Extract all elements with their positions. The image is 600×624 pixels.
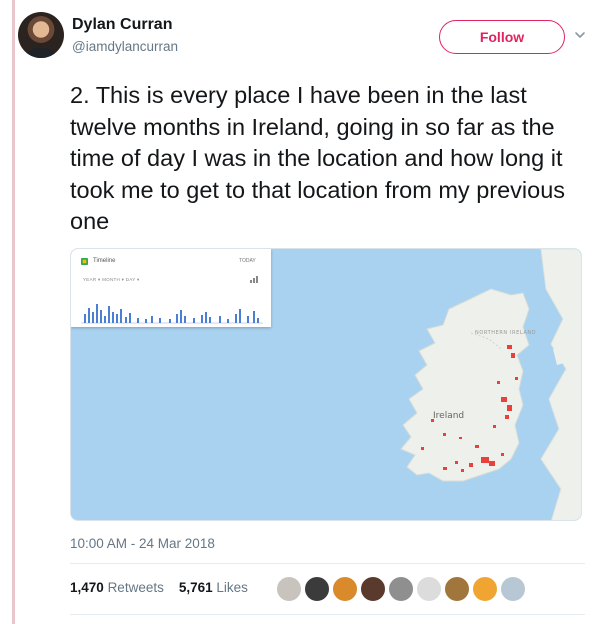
liker-avatar[interactable]	[387, 575, 415, 603]
likes-count[interactable]: 5,761	[179, 580, 213, 595]
user-avatar[interactable]	[18, 12, 64, 58]
retweets-label[interactable]: Retweets	[108, 580, 164, 595]
left-accent-rule	[12, 0, 15, 624]
map-label-ni: NORTHERN IRELAND	[475, 330, 536, 336]
default-avatar-icon[interactable]	[499, 575, 527, 603]
tweet-timestamp[interactable]: 10:00 AM - 24 Mar 2018	[70, 536, 215, 551]
tweet-stats: 1,470 Retweets 5,761 Likes	[70, 580, 248, 595]
tweet-media-image[interactable]: Ireland NORTHERN IRELAND Timeline TODAY …	[70, 248, 582, 521]
tweet-text: 2. This is every place I have been in th…	[70, 82, 566, 234]
liker-avatar[interactable]	[359, 575, 387, 603]
timeline-today: TODAY	[239, 258, 256, 264]
tweet-header: Dylan Curran @iamdylancurran Follow	[18, 10, 588, 70]
chart-icon	[250, 276, 258, 283]
follow-button[interactable]: Follow	[439, 20, 565, 54]
timeline-bars	[81, 304, 263, 324]
retweets-count[interactable]: 1,470	[70, 580, 104, 595]
timeline-panel: Timeline TODAY YEAR ▾ MONTH ▾ DAY ▾	[71, 249, 271, 327]
chevron-down-icon[interactable]	[573, 28, 587, 42]
liker-avatar[interactable]	[415, 575, 443, 603]
map-pin-icon	[81, 258, 88, 265]
liker-avatar[interactable]	[443, 575, 471, 603]
liker-avatars	[275, 575, 535, 605]
divider	[70, 614, 585, 615]
liker-avatar[interactable]	[471, 575, 499, 603]
likes-label[interactable]: Likes	[216, 580, 248, 595]
liker-avatar[interactable]	[275, 575, 303, 603]
timeline-title: Timeline	[93, 258, 116, 264]
user-name[interactable]: Dylan Curran	[72, 16, 172, 34]
divider	[70, 563, 585, 564]
map-label-ireland: Ireland	[433, 411, 464, 421]
liker-avatar[interactable]	[331, 575, 359, 603]
timeline-controls: YEAR ▾ MONTH ▾ DAY ▾	[83, 277, 140, 282]
liker-avatar[interactable]	[303, 575, 331, 603]
user-handle[interactable]: @iamdylancurran	[72, 39, 178, 54]
